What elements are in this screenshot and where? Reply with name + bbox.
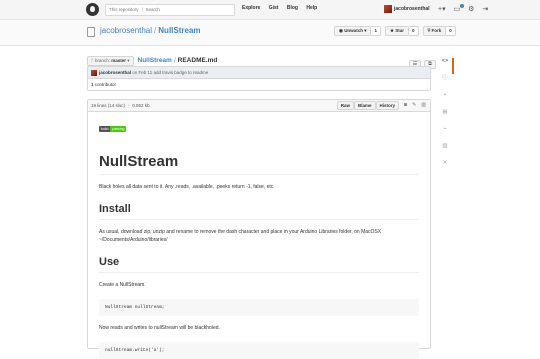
user-menu[interactable]: jacobrosenthal xyxy=(384,4,430,15)
file-path: NullStream / README.md xyxy=(138,57,218,64)
code-icon[interactable]: <> xyxy=(440,58,450,64)
nav-blog[interactable]: Blog xyxy=(287,5,298,11)
commit-info: jacobrosenthal on Feb 11 add travis badg… xyxy=(88,67,430,79)
repo-icon xyxy=(87,27,95,37)
issues-icon[interactable]: ⓘ xyxy=(440,75,450,81)
watch-count[interactable]: 1 xyxy=(371,26,381,36)
repo-sidebar: <> ⓘ ⑂ ▤ ⌁ ▥ ✕ xyxy=(440,58,450,177)
install-text: As usual, download zip, unzip and rename… xyxy=(99,229,382,243)
signout-icon[interactable]: ⇥ xyxy=(482,6,488,13)
commit-message[interactable]: on Feb 11 add travis badge to readme xyxy=(132,70,208,75)
code-block-2: nullStream.write('a'); xyxy=(99,342,419,359)
readme-title: NullStream xyxy=(99,153,419,175)
commit-tease: jacobrosenthal on Feb 11 add travis badg… xyxy=(87,66,431,91)
breadcrumb-file: README.md xyxy=(177,57,218,65)
avatar xyxy=(384,4,392,13)
file-actions: Raw Blame History ◙ ✎ ▥ xyxy=(336,101,426,112)
file-header: 19 lines (14 sloc) | 0.552 kb Raw Blame Hist… xyxy=(88,100,430,112)
repo-header: jacobrosenthal / NullStream ◉ Unwatch ▾ 1 ★ … xyxy=(0,20,540,46)
search-input[interactable] xyxy=(145,7,216,12)
github-logo-icon[interactable] xyxy=(86,3,99,16)
fork-button[interactable]: Ⴤ Fork xyxy=(422,26,447,36)
repo-name-link[interactable]: NullStream xyxy=(158,26,200,35)
branch-select[interactable]: ᚴ branch: master ▾ xyxy=(87,55,134,66)
breadcrumb-repo-link[interactable]: NullStream xyxy=(138,57,172,64)
file-lines: 19 lines (14 sloc) xyxy=(91,103,126,108)
use-text-2: Now reads and writes to nullStream will … xyxy=(99,325,220,331)
install-heading: Install xyxy=(99,203,419,220)
repo-actions: ◉ Unwatch ▾ 1 ★ Star 0 Ⴤ Fork 0 xyxy=(334,26,460,44)
header-nav: Explore Gist Blog Help xyxy=(242,5,324,11)
file-info-divider: | xyxy=(128,103,130,108)
raw-button[interactable]: Raw xyxy=(336,101,354,110)
use-heading: Use xyxy=(99,256,419,273)
commit-author[interactable]: jacobrosenthal xyxy=(99,70,131,75)
build-badge[interactable]: build passing xyxy=(99,126,127,132)
file-size: 0.552 kb xyxy=(132,103,150,108)
repo-title: jacobrosenthal / NullStream xyxy=(100,26,201,35)
fork-label: Fork xyxy=(431,28,442,33)
settings-icon[interactable]: ✕ xyxy=(440,160,450,166)
nav-explore[interactable]: Explore xyxy=(242,5,260,11)
inbox-icon[interactable]: ▭ xyxy=(454,4,464,13)
code-block-1: NullStream nullStream; xyxy=(99,299,419,316)
search-scope-label: This repository xyxy=(109,7,143,12)
repo-title-separator: / xyxy=(154,26,157,35)
fork-count[interactable]: 0 xyxy=(446,26,456,36)
branch-name: master xyxy=(111,57,126,63)
gear-icon[interactable]: ⚙ xyxy=(468,6,474,13)
readme-body: build passing NullStream Black holes all … xyxy=(88,112,430,359)
repo-owner-link[interactable]: jacobrosenthal xyxy=(100,26,152,35)
badge-right: passing xyxy=(110,126,127,132)
star-count[interactable]: 0 xyxy=(409,26,419,36)
graphs-icon[interactable]: ▥ xyxy=(440,143,450,149)
star-label: Star xyxy=(395,28,405,33)
contributors-count: 1 xyxy=(91,82,94,87)
header-icons: +▾ ▭ ⚙ ⇥ xyxy=(438,4,494,15)
wiki-icon[interactable]: ▤ xyxy=(440,109,450,115)
search-box[interactable]: This repository xyxy=(105,4,235,16)
readme-intro: Black holes all data sent to it. Any .re… xyxy=(99,184,275,190)
pull-request-icon[interactable]: ⑂ xyxy=(440,92,450,98)
use-text-1: Create a NullStream. xyxy=(99,282,146,288)
nav-help[interactable]: Help xyxy=(306,5,317,11)
file-box: 19 lines (14 sloc) | 0.552 kb Raw Blame Hist… xyxy=(87,99,431,359)
contributors-label: contributor xyxy=(94,82,117,87)
plus-icon[interactable]: +▾ xyxy=(438,6,446,13)
branch-label: branch: xyxy=(94,57,110,63)
star-button[interactable]: ★ Star xyxy=(384,26,410,36)
badge-left: build xyxy=(99,126,111,132)
notification-dot xyxy=(459,4,464,8)
username[interactable]: jacobrosenthal xyxy=(394,6,430,12)
unwatch-label: Unwatch xyxy=(344,28,363,33)
commit-avatar xyxy=(91,69,97,76)
contributors[interactable]: 1 contributor xyxy=(88,79,430,90)
top-header: This repository Explore Gist Blog Help j… xyxy=(0,0,540,20)
pulse-icon[interactable]: ⌁ xyxy=(440,126,450,132)
desktop-icon[interactable]: ◙ xyxy=(404,101,407,110)
pencil-icon[interactable]: ✎ xyxy=(412,101,416,110)
sidebar-active-indicator xyxy=(452,58,454,74)
breadcrumb-separator: / xyxy=(173,57,176,65)
blame-button[interactable]: Blame xyxy=(354,101,376,110)
trash-icon[interactable]: ▥ xyxy=(421,101,426,110)
unwatch-button[interactable]: ◉ Unwatch ▾ xyxy=(334,26,372,36)
history-button[interactable]: History xyxy=(375,101,400,110)
nav-gist[interactable]: Gist xyxy=(269,5,279,11)
